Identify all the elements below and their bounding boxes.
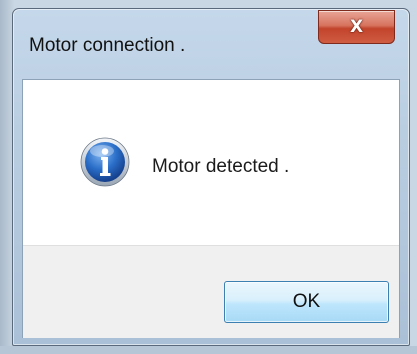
ok-button[interactable]: OK bbox=[224, 281, 389, 323]
dialog-title: Motor connection . bbox=[29, 35, 186, 56]
close-icon: X bbox=[349, 17, 364, 37]
dialog-button-bar: OK bbox=[23, 245, 399, 338]
dialog-titlebar[interactable]: Motor connection . X bbox=[13, 9, 409, 79]
dialog-content: Motor detected . bbox=[23, 80, 399, 245]
message-dialog: Motor connection . X Motor detected . OK bbox=[12, 8, 410, 346]
info-icon bbox=[80, 137, 130, 187]
background-window-bottom bbox=[0, 346, 417, 354]
dialog-client-area: Motor detected . OK bbox=[22, 79, 400, 338]
dialog-message: Motor detected . bbox=[152, 156, 290, 177]
close-button[interactable]: X bbox=[318, 10, 395, 44]
